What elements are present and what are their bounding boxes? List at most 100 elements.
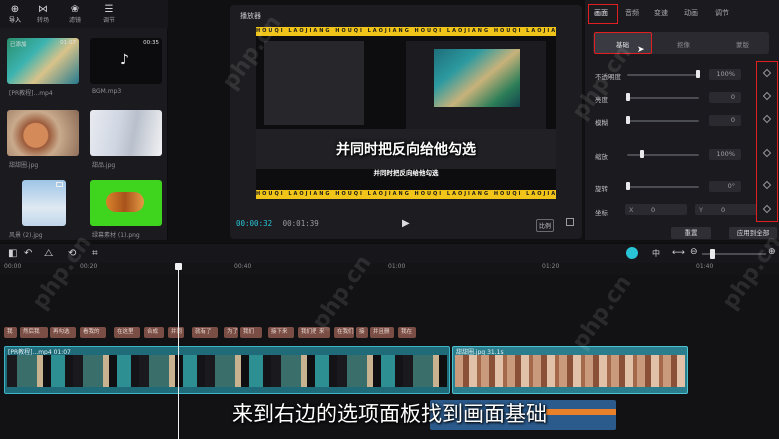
subtitle-clip[interactable]: 再勾选 [50,327,76,338]
zoom-out-icon[interactable]: ⊖ [690,247,698,257]
fullscreen-icon[interactable] [566,218,574,226]
media-thumb-image[interactable] [90,110,162,156]
media-caption: [PR教程]...mp4 [9,90,53,97]
subtitle-clip[interactable]: 就有了 [192,327,218,338]
tab-transition[interactable]: ⋈ 转场 [28,4,58,24]
timeline-toolbar: ◧ ↶ ⧍ ⟲ ⌗ 中 ⟷ ⊖ ⊕ [0,243,779,263]
timecode: 00:00:32 00:01:39 [236,219,319,228]
media-thumb-image[interactable] [22,180,66,226]
subtitle-clip[interactable]: 合成 [144,327,164,338]
media-caption: 甜品.jpg [92,162,116,169]
split-button[interactable]: 中 [652,248,660,259]
subtitle-clip[interactable]: 并同 [168,327,184,338]
video-filmstrip [7,355,447,387]
tab-picture[interactable]: 画面 [594,8,608,18]
image-filmstrip [455,355,685,387]
ratio-button[interactable]: 比例 [536,219,555,232]
inner-panel [264,41,364,125]
media-thumb-image[interactable] [7,110,79,156]
media-tabs: ⊕ 导入 ⋈ 转场 ❀ 滤镜 ☰ 调节 [0,0,168,28]
inner-video-frame [434,49,520,107]
timeline-ruler[interactable]: 00:00 00:20 00:40 01:00 01:20 01:40 [0,263,779,275]
video-clip[interactable]: [PR教程]...mp4 01:07 [4,346,450,394]
video-preview[interactable]: HOUQI LAOJIANG HOUQI LAOJIANG HOUQI LAOJ… [256,27,556,199]
position-label: 坐标 [595,209,608,217]
image-clip[interactable]: 甜甜圈.jpg 31.1s [452,346,688,394]
rotation-label: 旋转 [595,185,608,193]
tab-animation[interactable]: 动画 [684,8,698,18]
rotation-slider[interactable] [627,186,699,188]
subtitle-clip[interactable]: 看我的 [80,327,106,338]
play-icon[interactable]: ▶ [402,218,410,229]
position-x-field[interactable]: X 0 [625,204,687,215]
scale-knob[interactable] [640,150,644,158]
opacity-slider[interactable] [627,74,699,76]
subtab-mask[interactable]: 蒙版 [736,39,749,49]
position-y-field[interactable]: Y 0 [695,204,757,215]
reset-button[interactable]: 重置 [671,227,711,239]
tab-audio[interactable]: 音频 [625,8,639,18]
tab-adjust[interactable]: ☰ 调节 [94,4,124,24]
adjust-icon: ☰ [104,4,114,15]
import-icon: ⊕ [10,4,20,15]
tiger-figure [106,192,144,212]
media-thumb-image[interactable] [90,180,162,226]
zoom-knob[interactable] [710,249,715,259]
scale-slider[interactable] [627,154,699,156]
media-thumb-video[interactable]: 已添加 01:07 [7,38,79,84]
media-thumb-audio[interactable]: 00:35 ♪ [90,38,162,84]
snap-icon[interactable] [626,247,638,259]
inner-panel [406,41,546,131]
scale-label: 缩放 [595,153,608,161]
brightness-slider[interactable] [627,97,699,99]
subtitle-clip[interactable]: 为了 [224,327,238,338]
rotation-value[interactable]: 0° [709,181,741,192]
opacity-value[interactable]: 100% [709,69,741,80]
subtitle-clip[interactable]: 我在 [398,327,416,338]
select-tool-icon[interactable]: ◧ [8,248,17,259]
brightness-knob[interactable] [626,93,630,101]
tab-import[interactable]: ⊕ 导入 [0,4,30,24]
subtitle-clip[interactable]: 接下来 [268,327,294,338]
blur-label: 模糊 [595,119,608,127]
opacity-knob[interactable] [696,70,700,78]
link-icon[interactable]: ⟷ [672,248,685,258]
tab-speed[interactable]: 变速 [654,8,668,18]
blur-value[interactable]: 0 [709,115,741,126]
playhead-handle[interactable] [175,263,182,270]
music-note-icon: ♪ [120,52,129,68]
inspector-panel: 画面 音频 变速 动画 调节 基础 抠像 蒙版 ➤ 不透明度 100% 亮度 0… [585,0,779,240]
tab-adjust[interactable]: 调节 [715,8,729,18]
tutorial-caption: 来到右边的选项面板找到画面基础 [232,402,547,426]
mirror-icon[interactable]: ⧍ [44,248,53,259]
player-panel: 播放器 HOUQI LAOJIANG HOUQI LAOJIANG HOUQI … [230,5,582,239]
mouse-cursor-icon: ➤ [637,45,645,55]
subtitle-clip[interactable]: 我 [4,327,17,338]
transition-icon: ⋈ [38,4,48,15]
subtitle-clip[interactable]: 我们 [240,327,262,338]
brightness-value[interactable]: 0 [709,92,741,103]
video-big-text: 并同时把反向给他勾选 [336,142,476,158]
video-stripe-top: HOUQI LAOJIANG HOUQI LAOJIANG HOUQI LAOJ… [256,27,556,36]
blur-slider[interactable] [627,120,699,122]
subtitle-clip[interactable]: 在这里 [114,327,140,338]
image-icon [56,182,63,187]
media-caption: 绿幕素材 (1).png [92,232,140,239]
video-stripe-bottom: HOUQI LAOJIANG HOUQI LAOJIANG HOUQI LAOJ… [256,190,556,199]
media-caption: 风景 (2).jpg [9,232,43,239]
video-small-text: 并同时把反向给他勾选 [373,169,439,177]
subtab-keying[interactable]: 抠像 [677,39,690,49]
tab-filter[interactable]: ❀ 滤镜 [60,4,90,24]
keyframe-highlight [756,61,778,222]
media-caption: 甜甜圈.jpg [9,162,39,169]
scale-value[interactable]: 100% [709,149,741,160]
undo-icon[interactable]: ↶ [24,248,32,259]
blur-knob[interactable] [626,116,630,124]
subtitle-clip[interactable]: 接 [356,327,368,338]
subtitle-clip[interactable]: 并且删 [370,327,394,338]
rotation-knob[interactable] [626,182,630,190]
media-panel: ⊕ 导入 ⋈ 转场 ❀ 滤镜 ☰ 调节 已添加 01:07 [PR教程]...m… [0,0,168,240]
filter-icon: ❀ [70,4,80,15]
subtitle-clip[interactable]: 然后我 [20,327,48,338]
subtitle-clip[interactable]: 在我们 [334,327,354,338]
